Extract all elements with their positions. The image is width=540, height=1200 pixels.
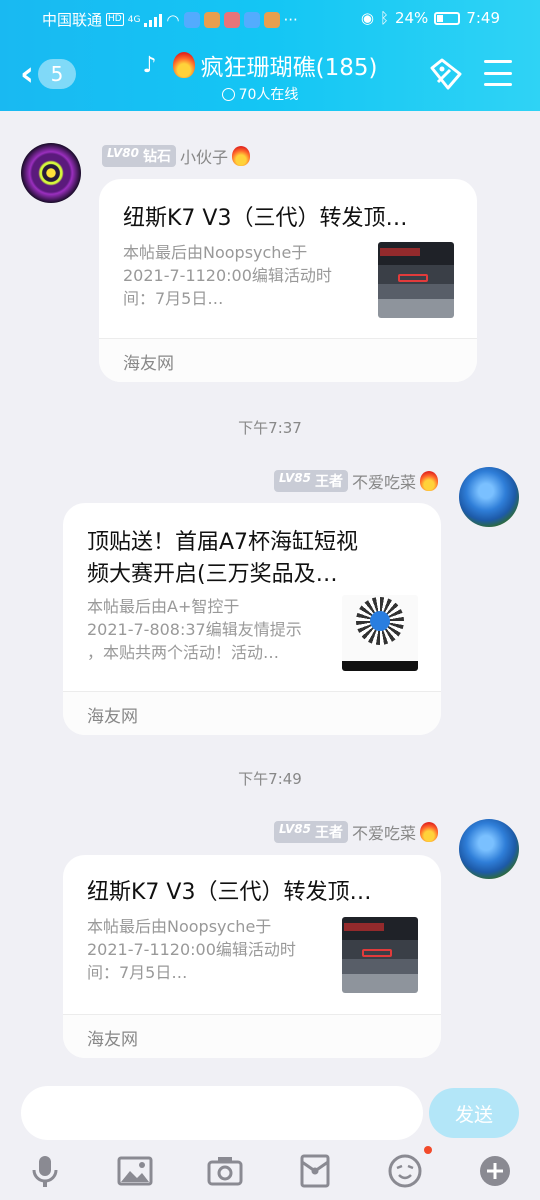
app-header: 中国联通 HD 4G ◠ ··· ◉ ᛒ 24% 7:49 ‹ 5 ♪ 疯狂珊瑚… bbox=[0, 0, 540, 111]
emoji-icon[interactable] bbox=[386, 1152, 424, 1190]
chevron-left-icon: ‹ bbox=[20, 54, 35, 94]
status-bar: 中国联通 HD 4G ◠ ··· ◉ ᛒ 24% 7:49 bbox=[0, 0, 540, 36]
chat-title: 疯狂珊瑚礁(185) bbox=[200, 55, 378, 81]
back-button[interactable]: ‹ 5 bbox=[20, 54, 80, 94]
card-thumbnail bbox=[378, 242, 454, 318]
online-count: 70人在线 bbox=[238, 87, 299, 103]
microphone-icon[interactable] bbox=[26, 1152, 64, 1190]
card-description: 本帖最后由Noopsyche于 2021-7-1120:00编辑活动时 间：7月… bbox=[87, 917, 296, 982]
sender-info: LV80 钻石 小伙子 bbox=[102, 144, 250, 168]
bluetooth-icon: ᛒ bbox=[379, 9, 389, 27]
app-notification-icon bbox=[203, 11, 220, 28]
card-title: 纽斯K7 V3（三代）转发顶… bbox=[123, 206, 408, 231]
network-type: 4G bbox=[127, 14, 141, 25]
sender-name: 小伙子 bbox=[179, 148, 228, 167]
app-notification-icon bbox=[263, 11, 280, 28]
tag-icon bbox=[430, 58, 462, 90]
level-badge: LV80 钻石 bbox=[102, 145, 176, 167]
eye-icon: ◉ bbox=[360, 9, 374, 27]
ear-icon: ♪ bbox=[142, 52, 157, 78]
shared-post-card[interactable]: 纽斯K7 V3（三代）转发顶… 本帖最后由Noopsyche于 2021-7-1… bbox=[63, 855, 441, 1058]
sender-info: LV85 王者 不爱吃菜 bbox=[274, 469, 438, 493]
input-toolbar bbox=[0, 1152, 540, 1198]
level-badge: LV85 王者 bbox=[274, 821, 348, 843]
card-thumbnail bbox=[342, 595, 418, 671]
chat-title-area[interactable]: ♪ 疯狂珊瑚礁(185) 70人在线 bbox=[110, 48, 410, 104]
red-packet-icon[interactable] bbox=[296, 1152, 334, 1190]
sender-name: 不爱吃菜 bbox=[351, 824, 416, 843]
card-source: 海友网 bbox=[123, 354, 174, 374]
image-icon[interactable] bbox=[116, 1152, 154, 1190]
fire-icon bbox=[232, 146, 250, 166]
card-description: 本帖最后由Noopsyche于 2021-7-1120:00编辑活动时 间：7月… bbox=[123, 243, 332, 308]
card-title: 纽斯K7 V3（三代）转发顶… bbox=[87, 880, 372, 905]
app-notification-icon bbox=[223, 11, 240, 28]
card-footer: 海友网 bbox=[63, 1014, 441, 1058]
shared-post-card[interactable]: 纽斯K7 V3（三代）转发顶… 本帖最后由Noopsyche于 2021-7-1… bbox=[99, 179, 477, 382]
battery-percent: 24% bbox=[394, 9, 429, 27]
timestamp: 下午7:37 bbox=[238, 419, 302, 437]
hd-icon: HD bbox=[106, 13, 124, 26]
avatar[interactable] bbox=[459, 467, 519, 527]
camera-icon[interactable] bbox=[206, 1152, 244, 1190]
unread-badge: 5 bbox=[38, 59, 77, 89]
sender-name: 不爱吃菜 bbox=[351, 473, 416, 492]
send-button[interactable]: 发送 bbox=[429, 1088, 519, 1138]
carrier-label: 中国联通 bbox=[42, 11, 103, 29]
card-source: 海友网 bbox=[87, 1030, 138, 1050]
clock: 7:49 bbox=[466, 9, 500, 27]
signal-icon bbox=[144, 13, 163, 27]
avatar[interactable] bbox=[21, 143, 81, 203]
level-badge: LV85 王者 bbox=[274, 470, 348, 492]
battery-icon bbox=[434, 11, 461, 25]
notification-dot bbox=[424, 1146, 432, 1154]
online-status-icon bbox=[221, 87, 235, 101]
wifi-icon: ◠ bbox=[166, 10, 180, 29]
card-footer: 海友网 bbox=[63, 691, 441, 735]
card-source: 海友网 bbox=[87, 707, 138, 727]
message-input[interactable] bbox=[21, 1086, 423, 1140]
avatar[interactable] bbox=[459, 819, 519, 879]
more-notifications-icon: ··· bbox=[283, 10, 298, 29]
timestamp: 下午7:49 bbox=[238, 770, 302, 788]
input-bar: 发送 bbox=[0, 1076, 540, 1200]
tag-button[interactable] bbox=[428, 56, 464, 92]
fire-icon bbox=[420, 471, 438, 491]
menu-button[interactable] bbox=[484, 60, 512, 86]
card-footer: 海友网 bbox=[99, 338, 477, 382]
card-title: 顶贴送！首届A7杯海缸短视 频大赛开启(三万奖品及… bbox=[87, 530, 359, 587]
app-notification-icon bbox=[183, 11, 200, 28]
fire-icon bbox=[172, 52, 195, 78]
card-thumbnail bbox=[342, 917, 418, 993]
plus-icon[interactable] bbox=[476, 1152, 514, 1190]
sender-info: LV85 王者 不爱吃菜 bbox=[274, 820, 438, 844]
fire-icon bbox=[420, 822, 438, 842]
card-description: 本帖最后由A+智控于 2021-7-808:37编辑友情提示 ，本贴共两个活动！… bbox=[87, 597, 302, 662]
shared-post-card[interactable]: 顶贴送！首届A7杯海缸短视 频大赛开启(三万奖品及… 本帖最后由A+智控于 20… bbox=[63, 503, 441, 735]
app-notification-icon bbox=[243, 11, 260, 28]
